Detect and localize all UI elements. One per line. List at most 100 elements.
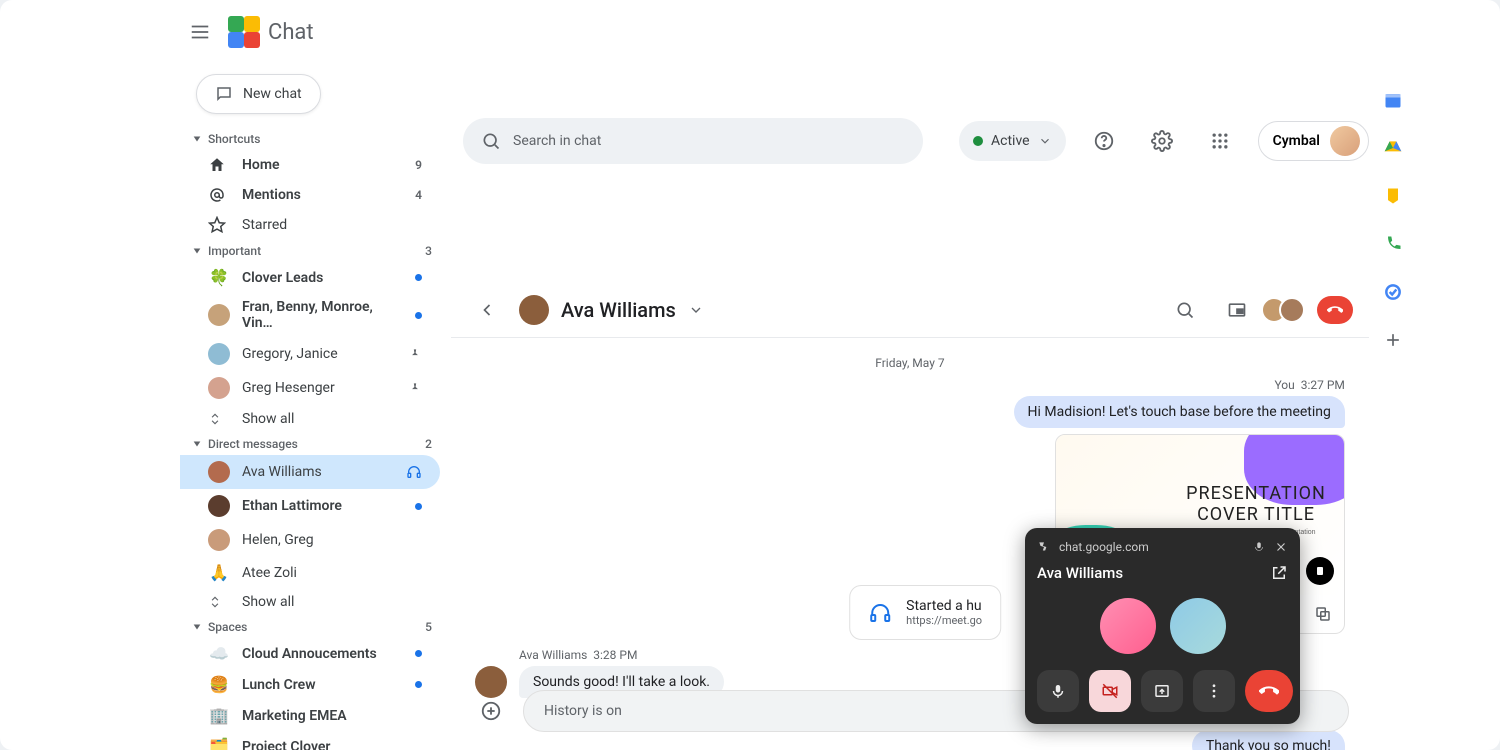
gear-icon[interactable] <box>1142 121 1182 161</box>
status-label: Active <box>991 133 1030 149</box>
more-options-button[interactable] <box>1193 670 1235 712</box>
home-icon <box>208 156 230 174</box>
participants-cluster[interactable] <box>1269 297 1305 323</box>
mic-small-icon[interactable] <box>1252 540 1266 554</box>
avatar <box>1330 126 1360 156</box>
contact-avatar <box>208 377 230 399</box>
voice-icon[interactable] <box>1383 234 1403 254</box>
sidebar-item[interactable]: 🍔 Lunch Crew <box>180 669 440 700</box>
hangup-button[interactable] <box>1317 296 1353 324</box>
slides-badge-icon <box>1306 557 1334 585</box>
drive-icon[interactable] <box>1383 138 1403 158</box>
sidebar-item[interactable]: 🗂️ Project Clover <box>180 731 440 750</box>
copy-icon[interactable] <box>1314 605 1332 623</box>
contact-avatar <box>208 304 230 326</box>
sidebar-item-label: Gregory, Janice <box>242 346 338 362</box>
sidebar-item[interactable]: Ethan Lattimore <box>180 489 440 523</box>
sidebar-item-label: Atee Zoli <box>242 565 297 581</box>
space-emoji: 🙏 <box>208 563 230 582</box>
section-header[interactable]: Important3 <box>180 240 450 262</box>
date-separator: Friday, May 7 <box>475 348 1345 378</box>
sidebar-item[interactable]: Greg Hesenger <box>180 371 440 405</box>
sidebar-item[interactable]: Show all <box>180 405 440 433</box>
call-popup[interactable]: chat.google.com Ava Williams <box>1025 528 1300 724</box>
contact-avatar <box>208 495 230 517</box>
sidebar-item[interactable]: Ava Williams <box>180 455 440 489</box>
huddle-card[interactable]: Started a hu https://meet.go <box>849 585 1001 640</box>
sidebar-item[interactable]: ☁️Cloud Annoucements <box>180 638 440 669</box>
keep-icon[interactable] <box>1383 186 1403 206</box>
sidebar-item-label: Show all <box>242 411 294 427</box>
sidebar-item-label: Marketing EMEA <box>242 708 347 724</box>
picture-in-picture-icon[interactable] <box>1217 290 1257 330</box>
expand-icon <box>208 412 230 426</box>
back-arrow-icon[interactable] <box>467 290 507 330</box>
top-toolbar: Search in chat Active Cymbal <box>451 0 1369 282</box>
search-in-conversation-icon[interactable] <box>1165 290 1205 330</box>
status-dot-icon <box>973 136 983 146</box>
message-bubble[interactable]: Hi Madision! Let's touch base before the… <box>1014 396 1345 428</box>
section-header[interactable]: Shortcuts <box>180 128 450 150</box>
apps-grid-icon[interactable] <box>1200 121 1240 161</box>
tasks-icon[interactable] <box>1383 282 1403 302</box>
sidebar-item[interactable]: 🙏 Atee Zoli <box>180 557 440 588</box>
sidebar-item[interactable]: 🍀 Clover Leads <box>180 262 440 293</box>
sidebar-item-label: Greg Hesenger <box>242 380 335 396</box>
space-emoji: 🗂️ <box>208 737 230 750</box>
sidebar-item-label: Clover Leads <box>242 270 323 286</box>
account-chip[interactable]: Cymbal <box>1258 121 1369 161</box>
sidebar-item-label: Starred <box>242 217 287 233</box>
sidebar-item[interactable]: Gregory, Janice <box>180 337 440 371</box>
sidebar-item[interactable]: 🏢 Marketing EMEA <box>180 700 440 731</box>
app-logo[interactable]: Chat <box>228 16 314 48</box>
sidebar-item-label: Mentions <box>242 187 301 203</box>
sidebar-item[interactable]: Helen, Greg <box>180 523 440 557</box>
huddle-link: https://meet.go <box>906 614 982 627</box>
sidebar-item-label: Cloud Annoucements <box>242 646 377 662</box>
conversation-title[interactable]: Ava Williams <box>561 298 676 322</box>
space-emoji: 🏢 <box>208 706 230 725</box>
sidebar-item[interactable]: Starred <box>180 210 440 240</box>
mic-button[interactable] <box>1037 670 1079 712</box>
brand-label: Cymbal <box>1273 133 1320 149</box>
translate-icon <box>1037 540 1051 554</box>
message-bubble[interactable]: Thank you so much! <box>1192 730 1345 750</box>
mention-icon <box>208 186 230 204</box>
search-icon <box>481 131 501 151</box>
space-emoji: 🍔 <box>208 675 230 694</box>
section-header[interactable]: Spaces5 <box>180 616 450 638</box>
add-addon-icon[interactable] <box>1383 330 1403 350</box>
help-icon[interactable] <box>1084 121 1124 161</box>
calendar-icon[interactable] <box>1383 90 1403 110</box>
status-dropdown[interactable]: Active <box>959 121 1066 161</box>
end-call-button[interactable] <box>1245 670 1293 712</box>
sidebar-item[interactable]: Fran, Benny, Monroe, Vin… <box>180 293 440 337</box>
headphones-icon <box>406 464 422 480</box>
chat-bubble-icon <box>215 85 233 103</box>
sidebar-item[interactable]: Mentions4 <box>180 180 440 210</box>
new-chat-button[interactable]: New chat <box>196 74 321 114</box>
open-external-icon[interactable] <box>1270 564 1288 582</box>
add-attachment-icon[interactable] <box>471 691 511 731</box>
unread-dot-icon <box>415 503 422 510</box>
camera-off-button[interactable] <box>1089 670 1131 712</box>
present-button[interactable] <box>1141 670 1183 712</box>
search-placeholder: Search in chat <box>513 133 601 149</box>
section-header[interactable]: Direct messages2 <box>180 433 450 455</box>
sidebar-item-label: Project Clover <box>242 739 330 750</box>
pin-icon <box>408 347 422 361</box>
space-emoji: 🍀 <box>208 268 230 287</box>
pin-icon <box>408 381 422 395</box>
search-input[interactable]: Search in chat <box>463 118 923 164</box>
conversation-header: Ava Williams <box>451 282 1369 338</box>
contact-avatar <box>208 343 230 365</box>
sidebar-item[interactable]: Home9 <box>180 150 440 180</box>
message-meta: You 3:27 PM <box>1274 378 1344 392</box>
sidebar-item-label: Lunch Crew <box>242 677 316 693</box>
contact-avatar[interactable] <box>519 295 549 325</box>
sidebar-item[interactable]: Show all <box>180 588 440 616</box>
chevron-down-icon[interactable] <box>688 302 704 318</box>
close-icon[interactable] <box>1274 540 1288 554</box>
expand-icon <box>208 595 230 609</box>
menu-icon[interactable] <box>180 12 220 52</box>
